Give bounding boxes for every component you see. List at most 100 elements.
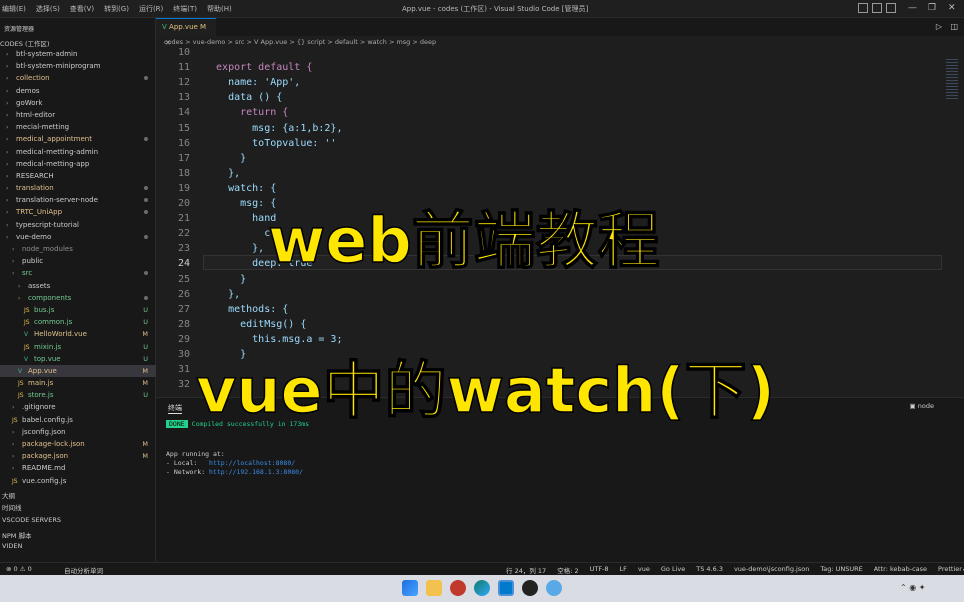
status-item[interactable]: TS 4.6.3 — [696, 565, 723, 575]
vscode-icon[interactable] — [498, 580, 514, 596]
media-app-icon[interactable] — [522, 580, 538, 596]
viden-section[interactable]: VIDEN — [2, 542, 22, 550]
status-item[interactable]: Attr: kebab-case — [874, 565, 927, 575]
status-item[interactable]: UTF-8 — [590, 565, 609, 575]
file-tree-item[interactable]: JS common.js U — [0, 316, 156, 328]
vscode-servers-section[interactable]: VSCODE SERVERS — [2, 516, 61, 524]
timeline-section[interactable]: 时间线 — [2, 502, 22, 512]
file-tree-item[interactable]: › assets — [0, 280, 156, 292]
edge-icon[interactable] — [474, 580, 490, 596]
maximize-icon[interactable]: ❐ — [928, 3, 936, 13]
file-tree-item[interactable]: JS bus.js U — [0, 304, 156, 316]
file-tree-item[interactable]: › collection — [0, 72, 156, 84]
file-tree-label: btl-system-admin — [16, 50, 78, 58]
problems-count[interactable]: ⊗ 0 ⚠ 0 — [6, 565, 32, 573]
minimap[interactable] — [942, 49, 964, 397]
file-tree-item[interactable]: › btl-system-admin — [0, 48, 156, 60]
file-tree-item[interactable]: › vue-demo — [0, 231, 156, 243]
file-tree-item[interactable]: JS main.js M — [0, 377, 156, 389]
file-tree-item[interactable]: › medical_appointment — [0, 133, 156, 145]
file-tree-item[interactable]: › src — [0, 267, 156, 279]
menu-selection[interactable]: 选择(S) — [36, 4, 60, 14]
app-icon[interactable] — [450, 580, 466, 596]
file-tree-item[interactable]: › medical-metting-app — [0, 158, 156, 170]
menu-view[interactable]: 查看(V) — [70, 4, 94, 14]
file-tree-item[interactable]: V App.vue M — [0, 364, 156, 378]
close-icon[interactable]: ✕ — [948, 3, 956, 13]
folder-icon: › — [6, 75, 9, 83]
file-tree-item[interactable]: › .gitignore — [0, 401, 156, 413]
breadcrumb[interactable]: codes > vue-demo > src > V App.vue > {} … — [156, 36, 964, 49]
code-line: editMsg() { — [204, 318, 307, 330]
status-item[interactable]: 空格: 2 — [557, 565, 578, 575]
status-item[interactable]: 行 24，列 17 — [506, 565, 546, 575]
file-tree-item[interactable]: › html-editor — [0, 109, 156, 121]
file-tree-item[interactable]: › mecial-metting — [0, 121, 156, 133]
npm-scripts-section[interactable]: NPM 脚本 — [2, 530, 31, 540]
file-tree-item[interactable]: › btl-system-miniprogram — [0, 60, 156, 72]
line-number: 14 — [177, 107, 190, 119]
minimize-icon[interactable]: — — [908, 3, 917, 13]
status-item[interactable]: vue — [638, 565, 650, 575]
file-tree-item[interactable]: › jsconfig.json — [0, 426, 156, 438]
folder-icon: › — [6, 63, 9, 71]
file-tree-item[interactable]: › TRTC_UniApp — [0, 206, 156, 218]
status-item[interactable]: LF — [620, 565, 627, 575]
folder-icon: › — [12, 441, 15, 448]
file-tree-item[interactable]: › demos — [0, 85, 156, 97]
windows-start-icon[interactable] — [402, 580, 418, 596]
tab-terminal[interactable]: 终端 — [168, 403, 182, 414]
layout-icon[interactable] — [886, 3, 896, 13]
menu-bar: 编辑(E) 选择(S) 查看(V) 转到(G) 运行(R) 终端(T) 帮助(H… — [2, 4, 232, 14]
file-tree-label: common.js — [34, 318, 73, 327]
tab-app-vue[interactable]: V App.vue M ✕ — [156, 18, 216, 47]
file-tree-item[interactable]: JS mixin.js U — [0, 341, 156, 353]
local-url[interactable]: http://localhost:8080/ — [209, 459, 295, 467]
file-tree-item[interactable]: JS babel.config.js — [0, 414, 156, 426]
file-tree-item[interactable]: › typescript-tutorial — [0, 219, 156, 231]
status-item[interactable]: Tag: UNSURE — [820, 565, 862, 575]
menu-edit[interactable]: 编辑(E) — [2, 4, 26, 14]
folder-icon: › — [12, 453, 15, 461]
toggle-sidebar-icon[interactable] — [858, 3, 868, 13]
file-tree-item[interactable]: › translation — [0, 182, 156, 194]
status-item[interactable]: Prettier✓ — [938, 565, 964, 575]
auto-analyze[interactable]: 自动分析单词 — [64, 565, 103, 575]
line-number: 16 — [177, 137, 190, 149]
shell-selector[interactable]: ▣ node — [910, 402, 934, 410]
file-tree-item[interactable]: › package.json M — [0, 450, 156, 462]
file-tree-item[interactable]: JS store.js U — [0, 389, 156, 401]
file-tree-item[interactable]: JS vue.config.js — [0, 475, 156, 487]
system-tray-icons[interactable]: ⌃ ◉ ✦ — [900, 583, 925, 592]
file-tree-item[interactable]: › README.md — [0, 462, 156, 474]
status-item[interactable]: Go Live — [661, 565, 685, 575]
file-tree-item[interactable]: › translation-server-node — [0, 194, 156, 206]
file-tree-item[interactable]: V HelloWorld.vue M — [0, 328, 156, 340]
overlay-subtitle: vue中的watch(下) — [195, 353, 775, 428]
outline-section[interactable]: 大纲 — [2, 490, 15, 500]
run-icon[interactable]: ▷ — [936, 22, 942, 31]
folder-icon: › — [12, 270, 15, 278]
network-url[interactable]: http://192.168.1.3:8080/ — [209, 468, 303, 476]
file-tree-item[interactable]: › package-lock.json M — [0, 438, 156, 450]
code-line: }, — [204, 288, 241, 300]
split-editor-icon[interactable]: ◫ — [950, 22, 958, 31]
file-tree-item[interactable]: Vtop.vue U — [0, 353, 156, 365]
file-tree-item[interactable]: › node_modules — [0, 243, 156, 255]
file-explorer-icon[interactable] — [426, 580, 442, 596]
status-item[interactable]: vue-demo\jsconfig.json — [734, 565, 809, 575]
local-label: - Local: — [166, 459, 210, 467]
file-tree-item[interactable]: › medical-metting-admin — [0, 146, 156, 158]
file-tree-item[interactable]: › RESEARCH — [0, 170, 156, 182]
file-tree-item[interactable]: › components — [0, 292, 156, 304]
menu-terminal[interactable]: 终端(T) — [173, 4, 197, 14]
menu-go[interactable]: 转到(G) — [104, 4, 129, 14]
file-tree-item[interactable]: › public — [0, 255, 156, 267]
code-line: export default { — [204, 62, 313, 74]
menu-run[interactable]: 运行(R) — [139, 4, 163, 14]
file-tree-item[interactable]: › goWork — [0, 97, 156, 109]
menu-help[interactable]: 帮助(H) — [207, 4, 232, 14]
browser-icon[interactable] — [546, 580, 562, 596]
workspace-root[interactable]: CODES (工作区) — [0, 38, 50, 48]
toggle-panel-icon[interactable] — [872, 3, 882, 13]
